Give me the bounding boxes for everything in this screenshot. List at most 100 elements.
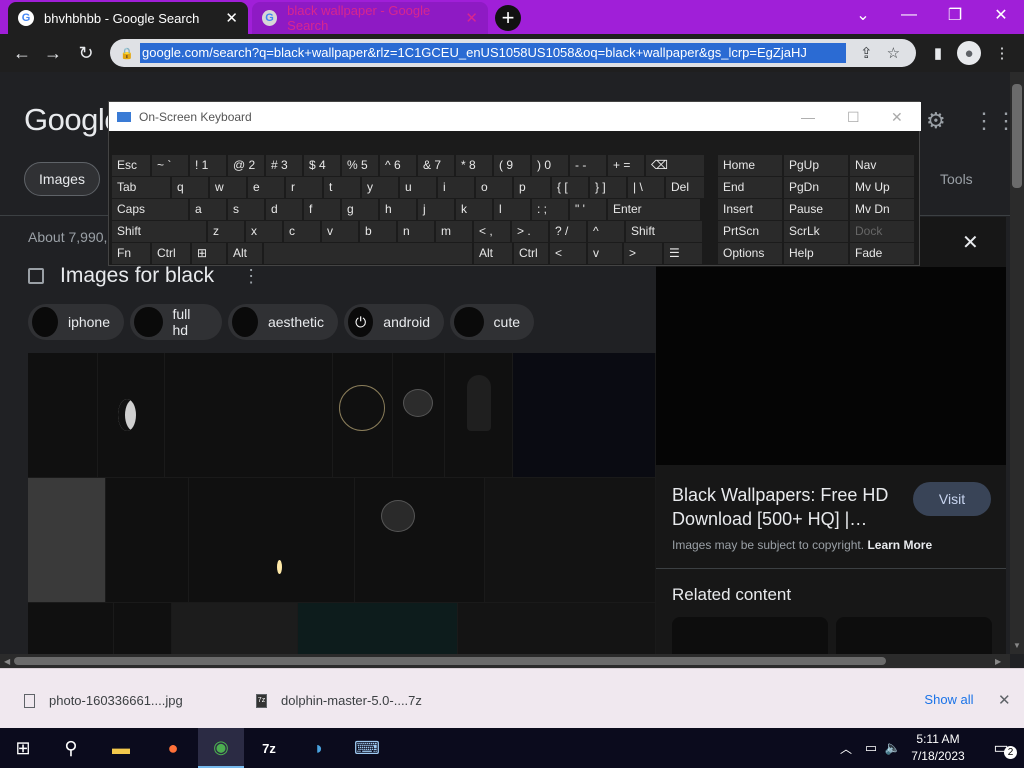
restore-button[interactable]: ❐ bbox=[932, 0, 978, 30]
osk-key[interactable]: ( 9 bbox=[494, 155, 530, 176]
image-thumbnail[interactable] bbox=[189, 478, 355, 603]
osk-key[interactable]: v bbox=[322, 221, 358, 242]
download-item[interactable]: photo-160336661....jpg bbox=[24, 693, 183, 708]
image-thumbnail[interactable] bbox=[28, 478, 106, 603]
osk-key[interactable]: l bbox=[494, 199, 530, 220]
osk-key[interactable]: i bbox=[438, 177, 474, 198]
osk-key[interactable]: + = bbox=[608, 155, 644, 176]
network-icon[interactable]: ▭ bbox=[860, 728, 882, 768]
osk-key[interactable]: & 7 bbox=[418, 155, 454, 176]
osk-key[interactable]: PgDn bbox=[784, 177, 848, 198]
file-explorer-icon[interactable]: ▬ bbox=[98, 728, 144, 768]
osk-key[interactable]: Enter bbox=[608, 199, 700, 220]
osk-key[interactable]: g bbox=[342, 199, 378, 220]
osk-key[interactable]: Ctrl bbox=[152, 243, 190, 264]
image-thumbnail[interactable] bbox=[165, 353, 333, 478]
tab-close-icon[interactable]: ✕ bbox=[465, 9, 478, 27]
osk-key[interactable]: k bbox=[456, 199, 492, 220]
osk-key[interactable]: ☰ bbox=[664, 243, 702, 264]
osk-key[interactable]: @ 2 bbox=[228, 155, 264, 176]
preview-image[interactable] bbox=[656, 267, 1006, 465]
osk-key[interactable]: r bbox=[286, 177, 322, 198]
chip-aesthetic[interactable]: aesthetic bbox=[228, 304, 338, 340]
search-icon[interactable]: ⚲ bbox=[48, 728, 94, 768]
dolphin-icon[interactable]: ◗ bbox=[296, 728, 342, 768]
profile-avatar[interactable]: ● bbox=[957, 41, 981, 65]
osk-key[interactable]: Nav bbox=[850, 155, 914, 176]
share-icon[interactable]: ⇪ bbox=[860, 44, 873, 62]
settings-gear-icon[interactable]: ⚙ bbox=[926, 108, 946, 134]
menu-dots-icon[interactable]: ⋮ bbox=[990, 41, 1014, 65]
image-thumbnail[interactable] bbox=[393, 353, 445, 478]
related-image[interactable] bbox=[836, 617, 992, 654]
osk-key[interactable]: Caps bbox=[112, 199, 188, 220]
bookmark-star-icon[interactable]: ☆ bbox=[887, 44, 900, 62]
osk-key[interactable]: q bbox=[172, 177, 208, 198]
minimize-button[interactable]: — bbox=[886, 0, 932, 30]
osk-key[interactable]: > . bbox=[512, 221, 548, 242]
show-hidden-icons-icon[interactable]: ︿ bbox=[834, 728, 858, 768]
osk-key[interactable]: Pause bbox=[784, 199, 848, 220]
osk-key[interactable]: p bbox=[514, 177, 550, 198]
show-all-button[interactable]: Show all bbox=[912, 685, 986, 713]
osk-key[interactable]: Options bbox=[718, 243, 782, 264]
osk-key[interactable]: Fn bbox=[112, 243, 150, 264]
osk-key[interactable]: s bbox=[228, 199, 264, 220]
osk-key[interactable]: z bbox=[208, 221, 244, 242]
osk-key[interactable]: c bbox=[284, 221, 320, 242]
side-panel-icon[interactable]: ▮ bbox=[926, 41, 950, 65]
close-window-button[interactable]: ✕ bbox=[978, 0, 1024, 30]
downloads-close-icon[interactable]: ✕ bbox=[998, 691, 1011, 709]
osk-key[interactable]: ⊞ bbox=[192, 243, 226, 264]
osk-key[interactable]: : ; bbox=[532, 199, 568, 220]
on-screen-keyboard-app-icon[interactable]: ⌨ bbox=[344, 728, 390, 768]
osk-key[interactable]: < , bbox=[474, 221, 510, 242]
reload-button[interactable]: ↻ bbox=[73, 40, 99, 66]
image-thumbnail[interactable] bbox=[98, 353, 165, 478]
osk-key[interactable]: End bbox=[718, 177, 782, 198]
image-thumbnail[interactable] bbox=[485, 478, 656, 603]
image-thumbnail[interactable] bbox=[106, 478, 189, 603]
scroll-left-arrow-icon[interactable]: ◀ bbox=[4, 657, 10, 666]
osk-key[interactable]: PrtScn bbox=[718, 221, 782, 242]
forward-button[interactable]: → bbox=[40, 40, 66, 66]
image-thumbnail[interactable] bbox=[172, 603, 298, 654]
osk-key[interactable]: " ' bbox=[570, 199, 606, 220]
7zip-icon[interactable]: 7z bbox=[246, 728, 292, 768]
osk-key[interactable]: u bbox=[400, 177, 436, 198]
osk-key[interactable]: Shift bbox=[112, 221, 206, 242]
osk-key[interactable]: < bbox=[550, 243, 586, 264]
horizontal-scroll-thumb[interactable] bbox=[14, 657, 886, 665]
google-logo[interactable]: Google bbox=[24, 102, 121, 138]
firefox-icon[interactable]: ● bbox=[150, 728, 196, 768]
osk-key[interactable]: a bbox=[190, 199, 226, 220]
osk-key[interactable]: Alt bbox=[228, 243, 262, 264]
more-options-icon[interactable]: ⋮ bbox=[242, 266, 260, 287]
new-tab-button[interactable]: + bbox=[495, 5, 521, 31]
chip-cute[interactable]: cute bbox=[450, 304, 534, 340]
osk-key[interactable]: ^ bbox=[588, 221, 624, 242]
lock-icon[interactable]: 🔒 bbox=[120, 47, 134, 60]
scroll-down-arrow-icon[interactable]: ▼ bbox=[1013, 641, 1021, 650]
osk-key[interactable]: $ 4 bbox=[304, 155, 340, 176]
osk-key[interactable]: d bbox=[266, 199, 302, 220]
osk-key[interactable]: { [ bbox=[552, 177, 588, 198]
image-thumbnail[interactable] bbox=[28, 353, 98, 478]
image-thumbnail[interactable] bbox=[355, 478, 485, 603]
tab-images[interactable]: Images bbox=[24, 162, 100, 196]
apps-grid-icon[interactable]: ⋮⋮ bbox=[973, 108, 1010, 134]
windows-start-icon[interactable]: ⊞ bbox=[0, 728, 46, 768]
osk-key[interactable]: e bbox=[248, 177, 284, 198]
tab-search-icon[interactable]: ⌄ bbox=[840, 0, 886, 30]
osk-key[interactable]: t bbox=[324, 177, 360, 198]
osk-key[interactable]: % 5 bbox=[342, 155, 378, 176]
osk-key[interactable]: ! 1 bbox=[190, 155, 226, 176]
image-thumbnail[interactable] bbox=[114, 603, 172, 654]
related-image[interactable] bbox=[672, 617, 828, 654]
tab-close-icon[interactable]: ✕ bbox=[225, 9, 238, 27]
osk-key[interactable]: x bbox=[246, 221, 282, 242]
image-thumbnail[interactable] bbox=[513, 353, 656, 478]
chrome-icon[interactable]: ◉ bbox=[198, 728, 244, 768]
osk-key[interactable]: | \ bbox=[628, 177, 664, 198]
osk-key[interactable]: Mv Up bbox=[850, 177, 914, 198]
